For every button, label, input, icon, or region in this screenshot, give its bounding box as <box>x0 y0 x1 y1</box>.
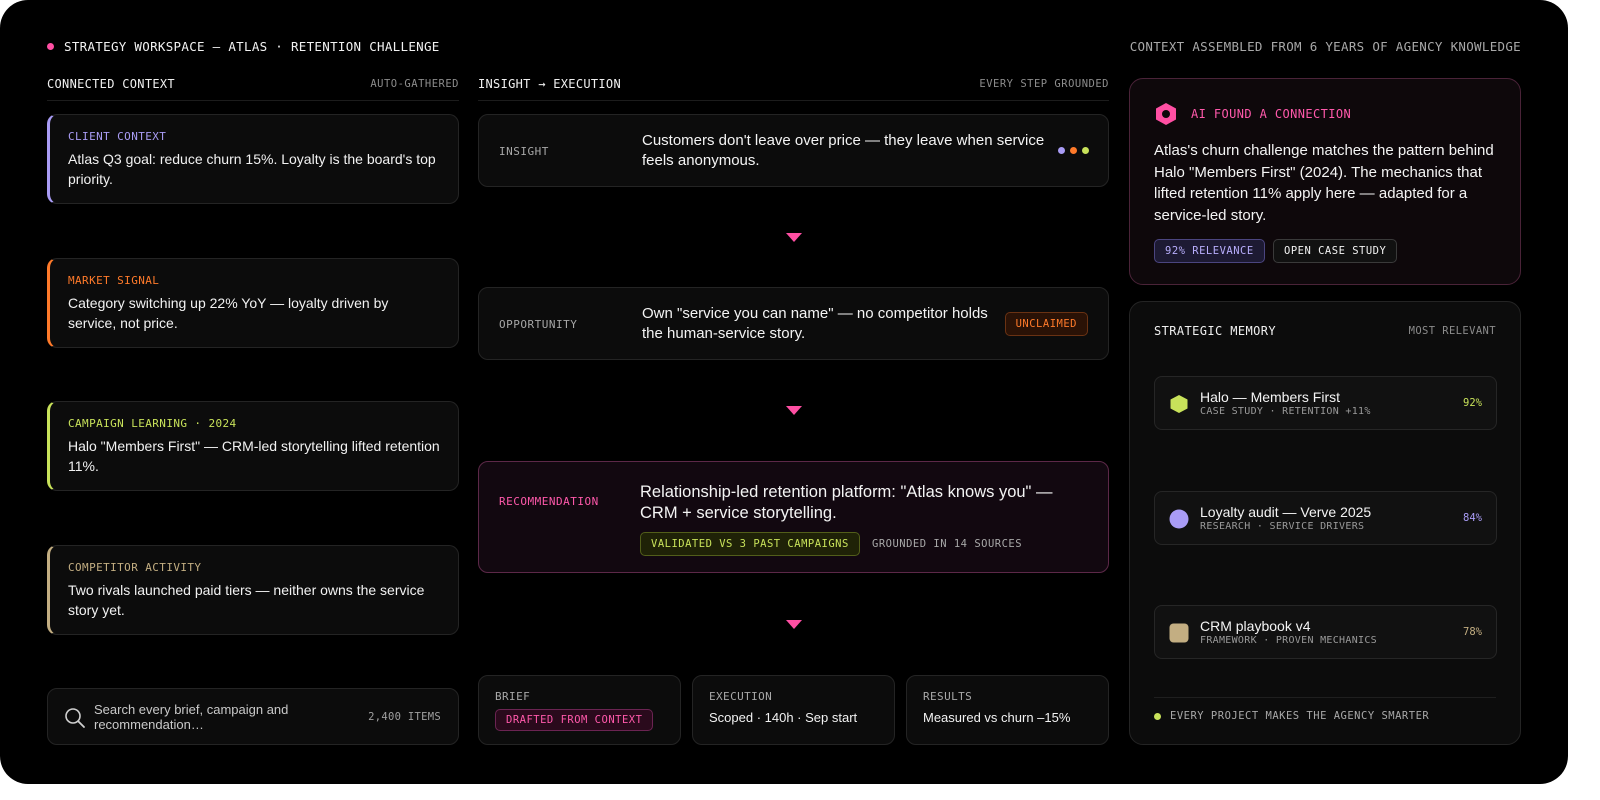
insight-card[interactable]: INSIGHT Customers don't leave over price… <box>478 114 1109 187</box>
competitor-activity-card[interactable]: COMPETITOR ACTIVITY Two rivals launched … <box>47 545 459 635</box>
insight-text: Customers don't leave over price — they … <box>642 132 1045 169</box>
connected-context-title: CONNECTED CONTEXT <box>47 77 175 91</box>
card-label: CLIENT CONTEXT <box>68 130 167 143</box>
memory-item-halo[interactable]: Halo — Members First CASE STUDY · RETENT… <box>1154 376 1497 430</box>
market-signal-card[interactable]: MARKET SIGNAL Category switching up 22% … <box>47 258 459 348</box>
insight-execution-title: INSIGHT → EXECUTION <box>478 77 621 91</box>
memory-footer-text: EVERY PROJECT MAKES THE AGENCY SMARTER <box>1170 710 1430 722</box>
card-label: MARKET SIGNAL <box>68 274 160 287</box>
context-note: CONTEXT ASSEMBLED FROM 6 YEARS OF AGENCY… <box>1129 39 1521 54</box>
grounded-sources-text: GROUNDED IN 14 SOURCES <box>872 538 1023 550</box>
item-count: 2,400 ITEMS <box>368 711 441 723</box>
search-bar[interactable]: Search every brief, campaign and recomme… <box>47 688 459 745</box>
brief-label: BRIEF <box>495 690 531 703</box>
relevance-score: 78% <box>1463 626 1482 638</box>
flow-arrow-icon <box>786 620 802 629</box>
divider <box>1154 697 1496 698</box>
results-card[interactable]: RESULTS Measured vs churn –15% <box>906 675 1109 745</box>
memory-item-name: Loyalty audit — Verve 2025 <box>1200 504 1372 520</box>
workspace-title: STRATEGY WORKSPACE — ATLAS · RETENTION C… <box>64 39 440 54</box>
card-text: Category switching up 22% YoY — loyalty … <box>68 295 389 331</box>
relevance-score: 92% <box>1463 397 1482 409</box>
recommendation-text: Relationship-led retention platform: "At… <box>640 483 1053 522</box>
hexagon-icon <box>1170 395 1188 413</box>
unclaimed-badge: UNCLAIMED <box>1004 312 1088 336</box>
relevance-score: 84% <box>1463 512 1482 524</box>
recommendation-card[interactable]: RECOMMENDATION Relationship-led retentio… <box>478 461 1109 573</box>
execution-card[interactable]: EXECUTION Scoped · 140h · Sep start <box>692 675 895 745</box>
execution-label: EXECUTION <box>709 690 773 703</box>
insight-execution-header: INSIGHT → EXECUTION EVERY STEP GROUNDED <box>478 77 1109 101</box>
client-context-card[interactable]: CLIENT CONTEXT Atlas Q3 goal: reduce chu… <box>47 114 459 204</box>
results-text: Measured vs churn –15% <box>923 710 1071 725</box>
relevance-badge: 92% RELEVANCE <box>1154 239 1265 263</box>
card-label: CAMPAIGN LEARNING · 2024 <box>68 417 237 430</box>
card-label: COMPETITOR ACTIVITY <box>68 561 202 574</box>
auto-gathered-label: AUTO-GATHERED <box>370 78 459 90</box>
circle-icon <box>1169 509 1189 529</box>
square-icon <box>1169 623 1189 643</box>
opportunity-label: OPPORTUNITY <box>499 318 578 331</box>
workspace-frame: STRATEGY WORKSPACE — ATLAS · RETENTION C… <box>0 0 1568 784</box>
strategic-memory-panel: STRATEGIC MEMORY MOST RELEVANT Halo — Me… <box>1129 301 1521 745</box>
insight-label: INSIGHT <box>499 145 549 158</box>
memory-item-name: CRM playbook v4 <box>1200 618 1311 634</box>
ai-connection-card: AI FOUND A CONNECTION Atlas's churn chal… <box>1129 78 1521 285</box>
memory-item-name: Halo — Members First <box>1200 389 1341 405</box>
flow-arrow-icon <box>786 233 802 242</box>
dot-lavender <box>1058 147 1065 154</box>
status-dot <box>47 43 54 50</box>
card-text: Two rivals launched paid tiers — neither… <box>68 582 425 618</box>
most-relevant-label: MOST RELEVANT <box>1408 325 1496 337</box>
campaign-learning-card[interactable]: CAMPAIGN LEARNING · 2024 Halo "Members F… <box>47 401 459 491</box>
connected-context-header: CONNECTED CONTEXT AUTO-GATHERED <box>47 77 459 101</box>
top-bar: STRATEGY WORKSPACE — ATLAS · RETENTION C… <box>47 38 1521 56</box>
drafted-badge: DRAFTED FROM CONTEXT <box>495 709 654 731</box>
execution-text: Scoped · 140h · Sep start <box>709 710 858 725</box>
strategic-memory-title: STRATEGIC MEMORY <box>1154 324 1276 338</box>
open-case-study-button[interactable]: OPEN CASE STUDY <box>1273 239 1398 263</box>
recommendation-label: RECOMMENDATION <box>499 495 599 508</box>
search-input[interactable]: Search every brief, campaign and recomme… <box>94 702 324 732</box>
every-step-grounded-label: EVERY STEP GROUNDED <box>979 78 1109 90</box>
ai-connection-title: AI FOUND A CONNECTION <box>1191 107 1352 121</box>
memory-item-crm-playbook[interactable]: CRM playbook v4 FRAMEWORK · PROVEN MECHA… <box>1154 605 1497 659</box>
hexagon-icon <box>1156 103 1176 125</box>
dot-lime <box>1082 147 1089 154</box>
status-dot <box>1154 713 1161 720</box>
ai-connection-text: Atlas's churn challenge matches the patt… <box>1154 142 1494 224</box>
card-text: Halo "Members First" — CRM-led storytell… <box>68 438 440 474</box>
more-options-icon[interactable] <box>1058 147 1090 155</box>
memory-item-verve[interactable]: Loyalty audit — Verve 2025 RESEARCH · SE… <box>1154 491 1497 545</box>
opportunity-card[interactable]: OPPORTUNITY Own "service you can name" —… <box>478 287 1109 360</box>
validated-badge: VALIDATED VS 3 PAST CAMPAIGNS <box>640 532 860 556</box>
flow-arrow-icon <box>786 406 802 415</box>
memory-item-meta: FRAMEWORK · PROVEN MECHANICS <box>1200 635 1377 646</box>
results-label: RESULTS <box>923 690 973 703</box>
opportunity-text: Own "service you can name" — no competit… <box>642 305 988 342</box>
memory-item-meta: RESEARCH · SERVICE DRIVERS <box>1200 521 1365 532</box>
card-text: Atlas Q3 goal: reduce churn 15%. Loyalty… <box>68 151 436 187</box>
search-icon <box>65 708 85 728</box>
dot-orange <box>1070 147 1077 154</box>
brief-card[interactable]: BRIEF DRAFTED FROM CONTEXT <box>478 675 681 745</box>
memory-item-meta: CASE STUDY · RETENTION +11% <box>1200 406 1371 417</box>
